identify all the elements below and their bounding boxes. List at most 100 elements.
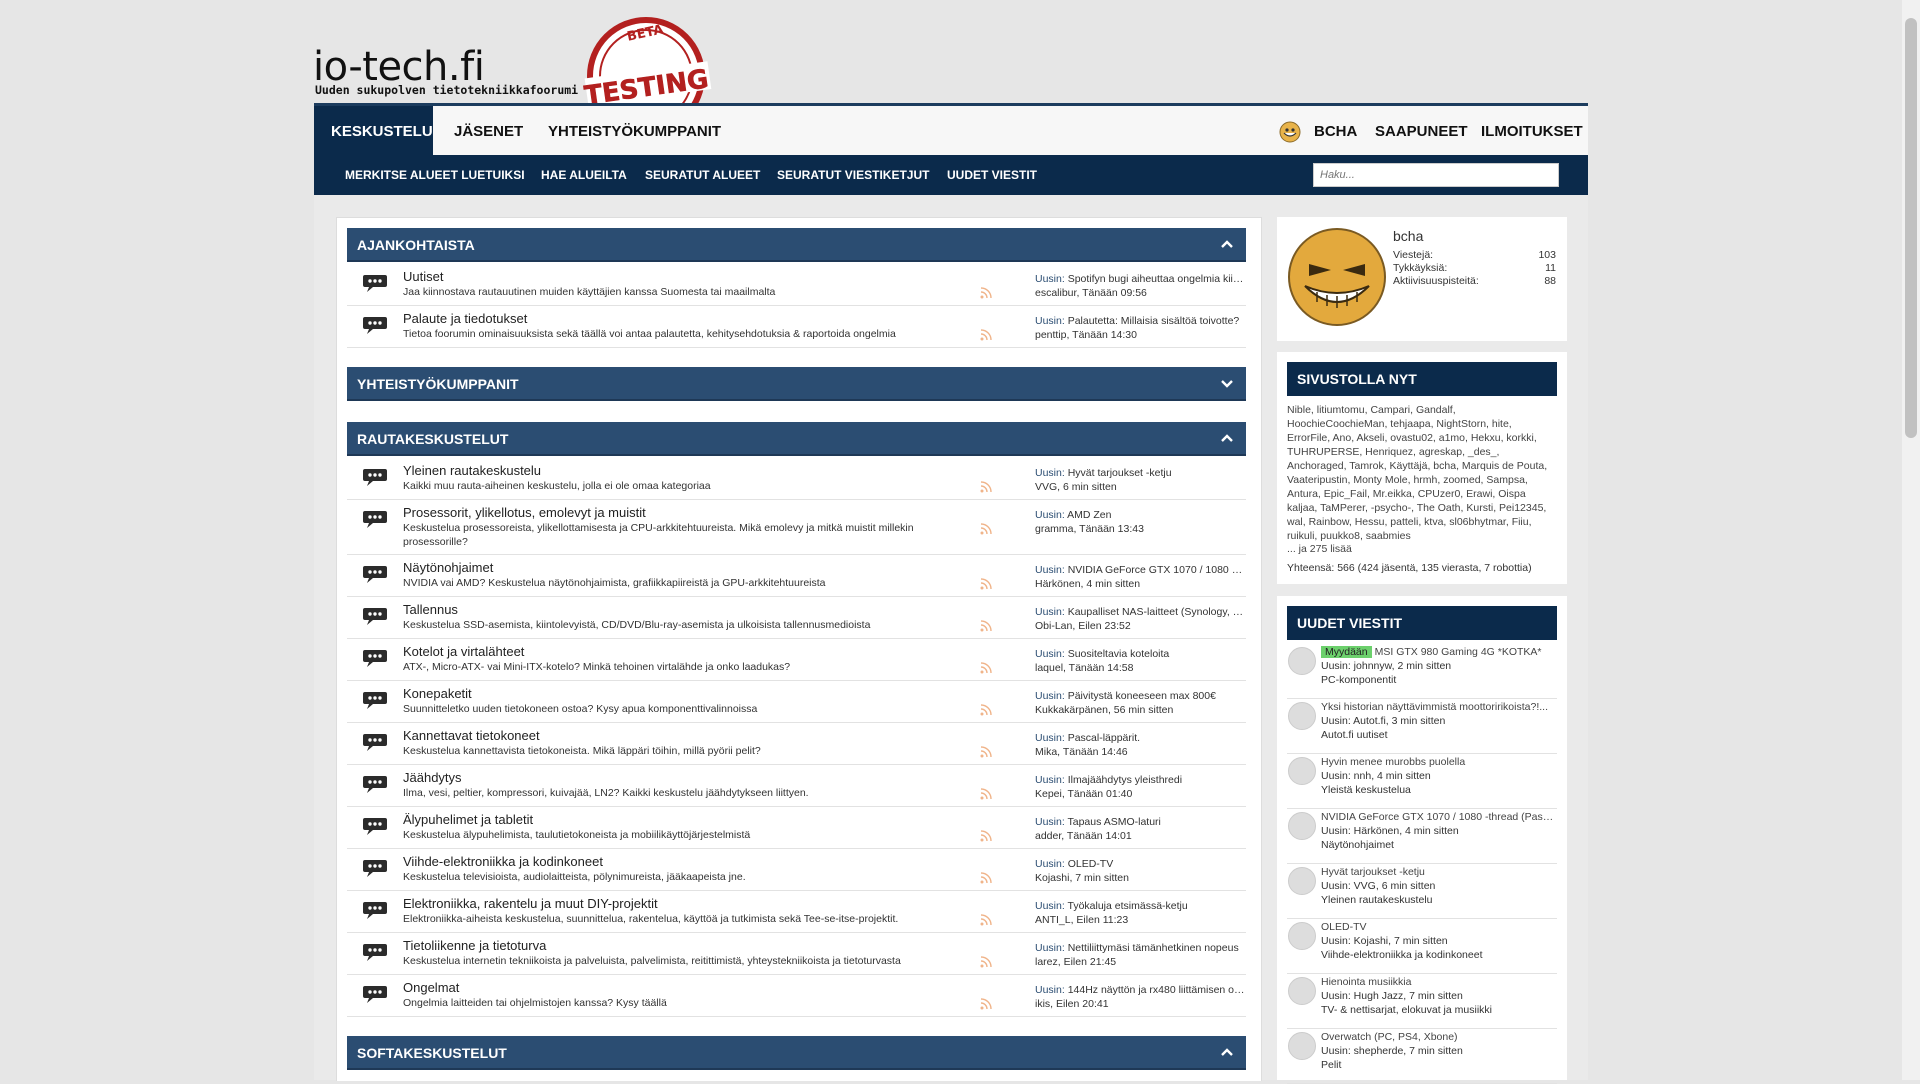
new-post-forum[interactable]: Yleinen rautakeskustelu (1321, 894, 1433, 906)
category-header-yhteistyokumppanit[interactable]: YHTEISTYÖKUMPPANIT (347, 367, 1246, 401)
chevron-up-icon[interactable] (1220, 1036, 1234, 1070)
last-post-title[interactable]: Uusin: Pascal-läppärit. (1035, 732, 1245, 744)
last-post-title[interactable]: Uusin: Päivitystä koneeseen max 800€ (1035, 690, 1245, 702)
rss-icon[interactable] (980, 577, 992, 590)
new-post-forum[interactable]: Autot.fi uutiset (1321, 729, 1388, 741)
last-post-title[interactable]: Uusin: 144Hz näyttön ja rx480 liittämise… (1035, 984, 1245, 996)
new-post-forum[interactable]: Näytönohjaimet (1321, 839, 1394, 851)
new-post-item[interactable]: Myydään MSI GTX 980 Gaming 4G *KOTKA* Uusi… (1287, 644, 1557, 699)
forum-title[interactable]: Tietoliikenne ja tietoturva (403, 938, 546, 953)
last-post-title[interactable]: Uusin: Spotifyn bugi aiheuttaa ongelmia … (1035, 273, 1245, 285)
new-post-title[interactable]: Hyvät tarjoukset -ketju (1321, 866, 1557, 878)
forum-row[interactable]: Kannettavat tietokoneet Keskustelua kanne… (347, 723, 1246, 765)
new-post-item[interactable]: Hienointa musiikkia Uusin: Hugh Jazz, 7 m… (1287, 974, 1557, 1029)
forum-row[interactable]: Tallennus Keskustelua SSD-asemista, kiint… (347, 597, 1246, 639)
rss-icon[interactable] (980, 522, 992, 535)
forum-title[interactable]: Tallennus (403, 602, 458, 617)
rss-icon[interactable] (980, 480, 992, 493)
forum-title[interactable]: Ongelmat (403, 980, 459, 995)
nav-tab-jasenet[interactable]: JÄSENET (438, 106, 539, 158)
last-post-title[interactable]: Uusin: OLED-TV (1035, 858, 1245, 870)
forum-row[interactable]: Konepaketit Suunnitteletko uuden tietokon… (347, 681, 1246, 723)
category-header-ajankohtaista[interactable]: AJANKOHTAISTA (347, 228, 1246, 262)
category-header-softakeskustelut[interactable]: SOFTAKESKUSTELUT (347, 1036, 1246, 1070)
forum-title[interactable]: Konepaketit (403, 686, 472, 701)
new-post-forum[interactable]: PC-komponentit (1321, 674, 1396, 686)
forum-row[interactable]: Elektroniikka, rakentelu ja muut DIY-pro… (347, 891, 1246, 933)
new-post-item[interactable]: Hyvin menee murobbs puolella Uusin: nnh, … (1287, 754, 1557, 809)
new-post-forum[interactable]: Yleistä keskustelua (1321, 784, 1411, 796)
forum-row[interactable]: Palaute ja tiedotukset Tietoa foorumin om… (347, 306, 1246, 348)
poster-avatar[interactable] (1288, 647, 1316, 675)
rss-icon[interactable] (980, 913, 992, 926)
forum-title[interactable]: Kannettavat tietokoneet (403, 728, 540, 743)
last-post-title[interactable]: Uusin: Nettiliittymäsi tämänhetkinen nop… (1035, 942, 1245, 954)
forum-row[interactable]: Ongelmat Ongelmia laitteiden tai ohjelmis… (347, 975, 1246, 1017)
forum-title[interactable]: Kotelot ja virtalähteet (403, 644, 524, 659)
new-post-title[interactable]: NVIDIA GeForce GTX 1070 / 1080 -thread (… (1321, 811, 1557, 823)
rss-icon[interactable] (980, 787, 992, 800)
poster-avatar[interactable] (1288, 1032, 1316, 1060)
forum-row[interactable]: Tietoliikenne ja tietoturva Keskustelua i… (347, 933, 1246, 975)
profile-username[interactable]: bcha (1393, 228, 1423, 244)
new-post-item[interactable]: OLED-TV Uusin: Kojashi, 7 min sitten Viihd… (1287, 919, 1557, 974)
online-more-link[interactable]: ... ja 275 lisää (1287, 543, 1352, 555)
new-post-item[interactable]: NVIDIA GeForce GTX 1070 / 1080 -thread (… (1287, 809, 1557, 864)
chevron-down-icon[interactable] (1220, 367, 1234, 401)
last-post-title[interactable]: Uusin: Hyvät tarjoukset -ketju (1035, 467, 1245, 479)
rss-icon[interactable] (980, 286, 992, 299)
rss-icon[interactable] (980, 745, 992, 758)
poster-avatar[interactable] (1288, 922, 1316, 950)
subnav-new-posts[interactable]: UUDET VIESTIT (947, 155, 1037, 195)
forum-title[interactable]: Yleinen rautakeskustelu (403, 463, 541, 478)
rss-icon[interactable] (980, 661, 992, 674)
forum-row[interactable]: Näytönohjaimet NVIDIA vai AMD? Keskustelu… (347, 555, 1246, 597)
rss-icon[interactable] (980, 619, 992, 632)
forum-row[interactable]: Älypuhelimet ja tabletit Keskustelua älyp… (347, 807, 1246, 849)
new-post-title[interactable]: Myydään MSI GTX 980 Gaming 4G *KOTKA* (1321, 646, 1557, 658)
forum-title[interactable]: Älypuhelimet ja tabletit (403, 812, 533, 827)
new-post-title[interactable]: Yksi historian näyttävimmistä moottoriri… (1321, 701, 1557, 713)
last-post-title[interactable]: Uusin: Tapaus ASMO-laturi (1035, 816, 1245, 828)
last-post-title[interactable]: Uusin: Kaupalliset NAS-laitteet (Synolog… (1035, 606, 1245, 618)
poster-avatar[interactable] (1288, 867, 1316, 895)
last-post-title[interactable]: Uusin: NVIDIA GeForce GTX 1070 / 1080 -t… (1035, 564, 1245, 576)
rss-icon[interactable] (980, 328, 992, 341)
new-post-item[interactable]: Hyvät tarjoukset -ketju Uusin: VVG, 6 min… (1287, 864, 1557, 919)
last-post-title[interactable]: Uusin: Suositeltavia koteloita (1035, 648, 1245, 660)
nav-tab-yhteistyokumppanit[interactable]: YHTEISTYÖKUMPPANIT (532, 106, 737, 158)
forum-row[interactable]: Uutiset Jaa kiinnostava rautauutinen muid… (347, 264, 1246, 306)
new-post-title[interactable]: Hienointa musiikkia (1321, 976, 1557, 988)
poster-avatar[interactable] (1288, 977, 1316, 1005)
last-post-title[interactable]: Uusin: Työkaluja etsimässä-ketju (1035, 900, 1245, 912)
scrollbar-thumb[interactable] (1905, 18, 1917, 438)
new-post-forum[interactable]: Viihde-elektroniikka ja kodinkoneet (1321, 949, 1483, 961)
forum-title[interactable]: Viihde-elektroniikka ja kodinkoneet (403, 854, 603, 869)
forum-title[interactable]: Palaute ja tiedotukset (403, 311, 527, 326)
forum-title[interactable]: Näytönohjaimet (403, 560, 493, 575)
poster-avatar[interactable] (1288, 757, 1316, 785)
poster-avatar[interactable] (1288, 812, 1316, 840)
nav-tab-keskustelu[interactable]: KESKUSTELU (314, 106, 433, 158)
search-input[interactable] (1313, 163, 1559, 187)
forum-row[interactable]: Jäähdytys Ilma, vesi, peltier, kompressor… (347, 765, 1246, 807)
forum-row[interactable]: Yleinen rautakeskustelu Kaikki muu rauta-… (347, 458, 1246, 500)
new-post-title[interactable]: Overwatch (PC, PS4, Xbone) (1321, 1031, 1557, 1043)
chevron-up-icon[interactable] (1220, 228, 1234, 262)
nav-alerts[interactable]: ILMOITUKSET (1465, 106, 1599, 158)
rss-icon[interactable] (980, 703, 992, 716)
rss-icon[interactable] (980, 829, 992, 842)
forum-title[interactable]: Elektroniikka, rakentelu ja muut DIY-pro… (403, 896, 658, 911)
new-post-item[interactable]: Overwatch (PC, PS4, Xbone) Uusin: shepher… (1287, 1029, 1557, 1084)
poster-avatar[interactable] (1288, 702, 1316, 730)
new-post-item[interactable]: Yksi historian näyttävimmistä moottoriri… (1287, 699, 1557, 754)
new-post-forum[interactable]: TV- & nettisarjat, elokuvat ja musiikki (1321, 1004, 1492, 1016)
forum-title[interactable]: Prosessorit, ylikellotus, emolevyt ja mu… (403, 505, 646, 520)
rss-icon[interactable] (980, 997, 992, 1010)
forum-title[interactable]: Uutiset (403, 269, 443, 284)
subnav-watched-forums[interactable]: SEURATUT ALUEET (645, 155, 760, 195)
last-post-title[interactable]: Uusin: Palautetta: Millaisia sisältöä to… (1035, 315, 1245, 327)
subnav-search-forums[interactable]: HAE ALUEILTA (541, 155, 627, 195)
new-post-title[interactable]: Hyvin menee murobbs puolella (1321, 756, 1557, 768)
new-post-title[interactable]: OLED-TV (1321, 921, 1557, 933)
